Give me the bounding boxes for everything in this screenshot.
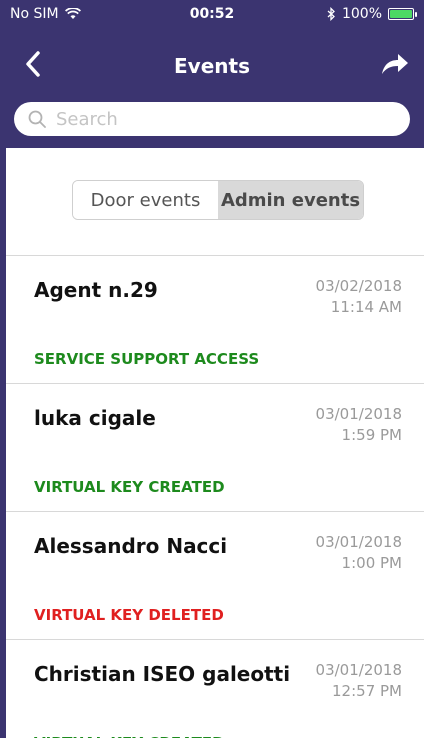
battery-icon	[388, 8, 417, 20]
header: No SIM 00:52 100% Events	[0, 0, 424, 148]
list-item[interactable]: Alessandro Nacci 03/01/2018 1:00 PM VIRT…	[0, 511, 424, 639]
event-user-name: Alessandro Nacci	[34, 534, 228, 558]
share-arrow-icon	[382, 54, 408, 74]
event-timestamp: 03/01/2018 1:00 PM	[316, 532, 402, 574]
left-edge-bar	[0, 0, 6, 738]
event-date: 03/02/2018	[315, 277, 402, 295]
event-user-name: Christian ISEO galeotti	[34, 662, 291, 686]
event-timestamp: 03/01/2018 12:57 PM	[316, 660, 402, 702]
event-time: 1:00 PM	[341, 554, 402, 572]
list-item[interactable]: Agent n.29 03/02/2018 11:14 AM SERVICE S…	[0, 255, 424, 383]
event-type: VIRTUAL KEY CREATED	[34, 734, 225, 738]
tab-admin-events[interactable]: Admin events	[218, 181, 363, 219]
event-type: VIRTUAL KEY CREATED	[34, 478, 225, 496]
event-time: 1:59 PM	[341, 426, 402, 444]
list-item[interactable]: Christian ISEO galeotti 03/01/2018 12:57…	[0, 639, 424, 738]
event-user-name: Agent n.29	[34, 278, 158, 302]
list-item[interactable]: luka cigale 03/01/2018 1:59 PM VIRTUAL K…	[0, 383, 424, 511]
page-title: Events	[174, 54, 250, 78]
share-button[interactable]	[374, 44, 414, 84]
status-bar: No SIM 00:52 100%	[0, 0, 424, 28]
event-time: 12:57 PM	[332, 682, 402, 700]
event-type: SERVICE SUPPORT ACCESS	[34, 350, 260, 368]
search-bar[interactable]	[14, 102, 410, 136]
tab-door-events[interactable]: Door events	[73, 181, 218, 219]
event-date: 03/01/2018	[315, 533, 402, 551]
search-input[interactable]	[56, 108, 386, 130]
nav-bar: Events	[0, 40, 424, 90]
event-date: 03/01/2018	[315, 405, 402, 423]
event-timestamp: 03/02/2018 11:14 AM	[316, 276, 402, 318]
event-date: 03/01/2018	[315, 661, 402, 679]
battery-percent: 100%	[341, 6, 382, 22]
event-user-name: luka cigale	[34, 406, 156, 430]
bluetooth-icon	[327, 7, 335, 21]
event-type: VIRTUAL KEY DELETED	[34, 606, 224, 624]
events-list: Agent n.29 03/02/2018 11:14 AM SERVICE S…	[0, 255, 424, 738]
search-icon	[28, 110, 46, 128]
event-time: 11:14 AM	[330, 298, 402, 316]
events-segmented-control: Door events Admin events	[72, 180, 364, 220]
status-right: 100%	[327, 6, 417, 22]
event-timestamp: 03/01/2018 1:59 PM	[316, 404, 402, 446]
